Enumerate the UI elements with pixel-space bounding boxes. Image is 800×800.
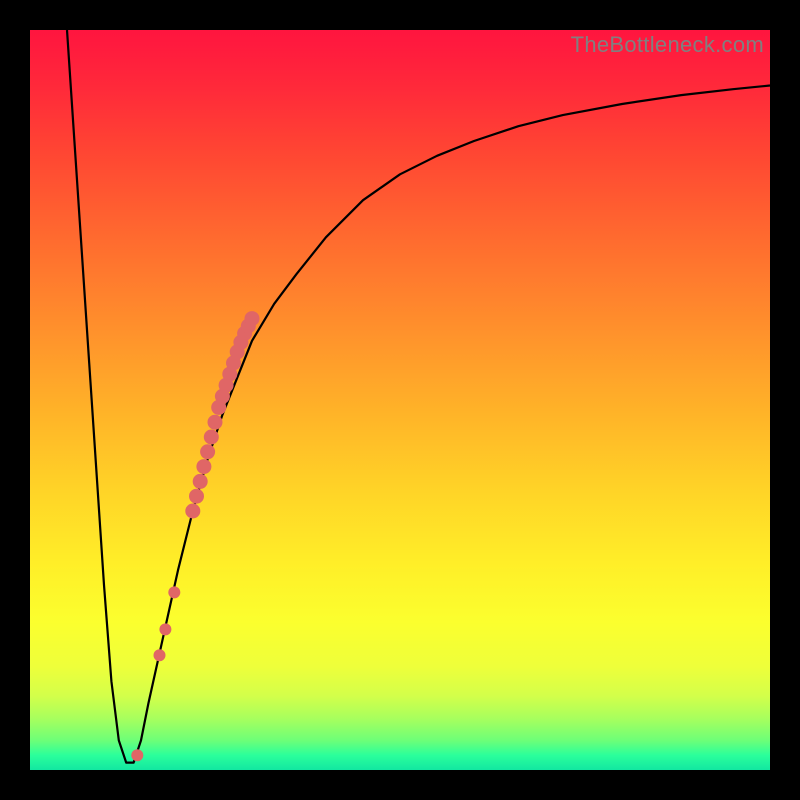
highlight-dot [204,430,219,445]
highlight-dot [196,459,211,474]
highlight-dot [200,444,215,459]
highlight-dot [154,649,166,661]
highlight-dot [168,586,180,598]
highlight-dot [208,415,223,430]
plot-area: TheBottleneck.com [30,30,770,770]
chart-svg [30,30,770,770]
highlight-dot [245,311,260,326]
highlight-dot [159,623,171,635]
highlight-dot [131,749,143,761]
highlight-dot [189,489,204,504]
chart-frame: TheBottleneck.com [0,0,800,800]
chart-line [67,30,770,763]
highlight-dot [185,504,200,519]
highlight-dot [193,474,208,489]
